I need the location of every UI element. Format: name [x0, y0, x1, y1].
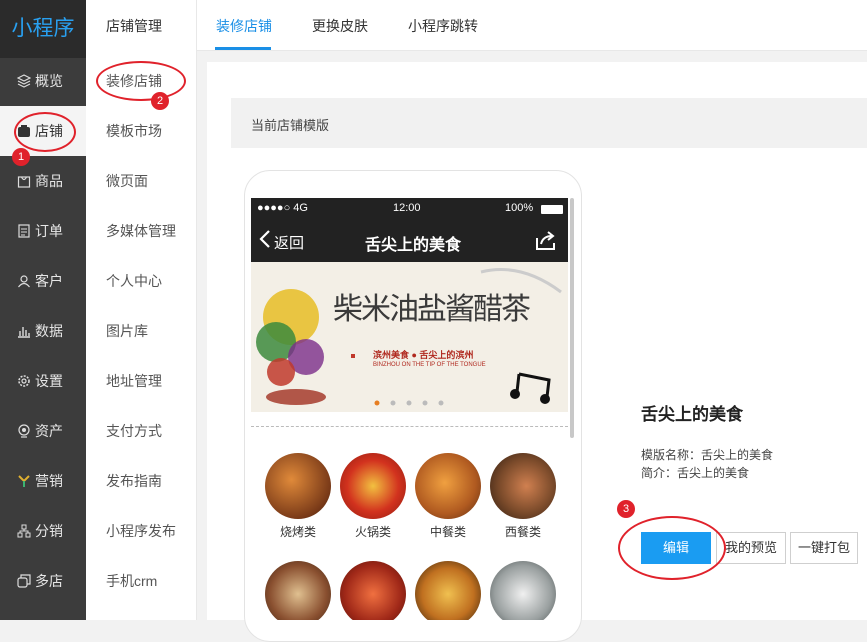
template-name-field: 模版名称：舌尖上的美食 [641, 448, 774, 462]
share-icon[interactable] [535, 229, 557, 254]
sidebar-item-label: 订单 [35, 223, 63, 239]
category-image [265, 453, 331, 519]
subnav-item-guide[interactable]: 发布指南 [106, 471, 162, 491]
battery-text: 100% [505, 202, 534, 214]
banner-calligraphy: 柴米油盐酱醋茶 [333, 292, 531, 327]
sidebar-item-label: 分销 [35, 523, 63, 539]
subnav-title: 店铺管理 [106, 18, 162, 34]
signal-text: ●●●●○ 4G [257, 202, 308, 214]
category-image [340, 453, 406, 519]
category-item[interactable] [338, 561, 408, 620]
category-item[interactable] [488, 561, 558, 620]
category-label: 西餐类 [504, 525, 541, 539]
sidebar-item-customers[interactable]: 客户 [0, 256, 86, 306]
annotation-ring-3 [618, 516, 726, 580]
asset-icon [15, 406, 33, 456]
sidebar-item-settings[interactable]: 设置 [0, 356, 86, 406]
category-chinese[interactable]: 中餐类 [413, 453, 483, 540]
back-arrow-icon[interactable] [259, 229, 271, 252]
category-image [490, 561, 556, 620]
dashed-divider [251, 426, 568, 427]
top-tabbar: 装修店铺 更换皮肤 小程序跳转 [197, 0, 867, 51]
subnav-item-media[interactable]: 多媒体管理 [106, 221, 176, 241]
subnav-item-profile[interactable]: 个人中心 [106, 271, 162, 291]
main-sidebar: 小程序 概览 店铺 商品 订单 客户 数据 设置 资产 营销 分销 多店 [0, 0, 86, 620]
subnav-item-address[interactable]: 地址管理 [106, 371, 162, 391]
template-header-label: 当前店铺模版 [251, 118, 330, 133]
subnav-item-payment[interactable]: 支付方式 [106, 421, 162, 441]
category-hotpot[interactable]: 火锅类 [338, 453, 408, 540]
marketing-icon [15, 456, 33, 506]
tab-skin[interactable]: 更换皮肤 [312, 16, 368, 36]
food-banner[interactable]: 柴米油盐酱醋茶 滨州美食 ● 舌尖上的滨州 BINZHOU ON THE TIP… [251, 262, 568, 412]
category-item[interactable] [263, 561, 333, 620]
multistore-icon [15, 556, 33, 606]
battery-icon [541, 205, 563, 214]
back-label[interactable]: 返回 [274, 232, 304, 253]
sidebar-item-data[interactable]: 数据 [0, 306, 86, 356]
category-image [415, 453, 481, 519]
sidebar-item-overview[interactable]: 概览 [0, 56, 86, 106]
category-image [340, 561, 406, 620]
category-western[interactable]: 西餐类 [488, 453, 558, 540]
banner-caption: 滨州美食 ● 舌尖上的滨州 [373, 350, 474, 360]
category-image [490, 453, 556, 519]
sidebar-item-label: 多店 [35, 573, 63, 589]
phone-preview[interactable]: ●●●●○ 4G 12:00 100% 返回 舌尖上的美食 柴米油盐酱醋茶 滨州… [251, 198, 568, 620]
category-bbq[interactable]: 烧烤类 [263, 453, 333, 540]
order-icon [15, 206, 33, 256]
category-item[interactable] [413, 561, 483, 620]
sidebar-item-label: 数据 [35, 323, 63, 339]
annotation-badge-3: 3 [617, 500, 635, 518]
active-tab-indicator [215, 47, 271, 50]
template-intro: 简介：舌尖上的美食 [641, 466, 750, 480]
sidebar-item-assets[interactable]: 资产 [0, 406, 86, 456]
user-icon [15, 256, 33, 306]
sidebar-item-label: 商品 [35, 173, 63, 189]
sidebar-item-label: 客户 [35, 273, 63, 289]
app-logo[interactable]: 小程序 [0, 0, 86, 58]
pack-button[interactable]: 一键打包 [790, 532, 858, 564]
phone-statusbar: ●●●●○ 4G 12:00 100% [251, 198, 568, 220]
annotation-badge-2: 2 [151, 92, 169, 110]
sidebar-item-marketing[interactable]: 营销 [0, 456, 86, 506]
subnav-item-micropage[interactable]: 微页面 [106, 171, 148, 191]
sidebar-item-label: 设置 [35, 373, 63, 389]
phone-appbar: 返回 舌尖上的美食 [251, 220, 568, 262]
subnav-item-templates[interactable]: 模板市场 [106, 121, 162, 141]
distribution-icon [15, 506, 33, 556]
sidebar-item-label: 资产 [35, 423, 63, 439]
category-label: 火锅类 [354, 525, 391, 539]
category-image [265, 561, 331, 620]
annotation-ring-2 [96, 61, 186, 101]
annotation-ring-1 [14, 112, 76, 152]
preview-scrollbar[interactable] [570, 198, 574, 438]
sidebar-item-label: 概览 [35, 73, 63, 89]
sidebar-item-multistore[interactable]: 多店 [0, 556, 86, 606]
subnav-item-gallery[interactable]: 图片库 [106, 321, 148, 341]
category-label: 烧烤类 [279, 525, 316, 539]
subnav-item-crm[interactable]: 手机crm [106, 571, 157, 591]
sidebar-item-distribution[interactable]: 分销 [0, 506, 86, 556]
preview-button[interactable]: 我的预览 [716, 532, 786, 564]
template-header: 当前店铺模版 [231, 98, 867, 148]
annotation-badge-1: 1 [12, 148, 30, 166]
sidebar-item-orders[interactable]: 订单 [0, 206, 86, 256]
phone-title: 舌尖上的美食 [365, 237, 462, 254]
sidebar-item-products[interactable]: 商品 [0, 156, 86, 206]
bar-chart-icon [15, 306, 33, 356]
gear-icon [15, 356, 33, 406]
banner-caption-en: BINZHOU ON THE TIP OF THE TONGUE [373, 362, 486, 368]
template-name: 舌尖上的美食 [641, 405, 743, 424]
tab-decorate[interactable]: 装修店铺 [216, 16, 272, 36]
category-label: 中餐类 [429, 525, 466, 539]
time-text: 12:00 [393, 202, 421, 214]
sidebar-item-label: 营销 [35, 473, 63, 489]
subnav-item-publish[interactable]: 小程序发布 [106, 521, 176, 541]
category-image [415, 561, 481, 620]
tab-jump[interactable]: 小程序跳转 [408, 16, 478, 36]
layers-icon [15, 56, 33, 106]
